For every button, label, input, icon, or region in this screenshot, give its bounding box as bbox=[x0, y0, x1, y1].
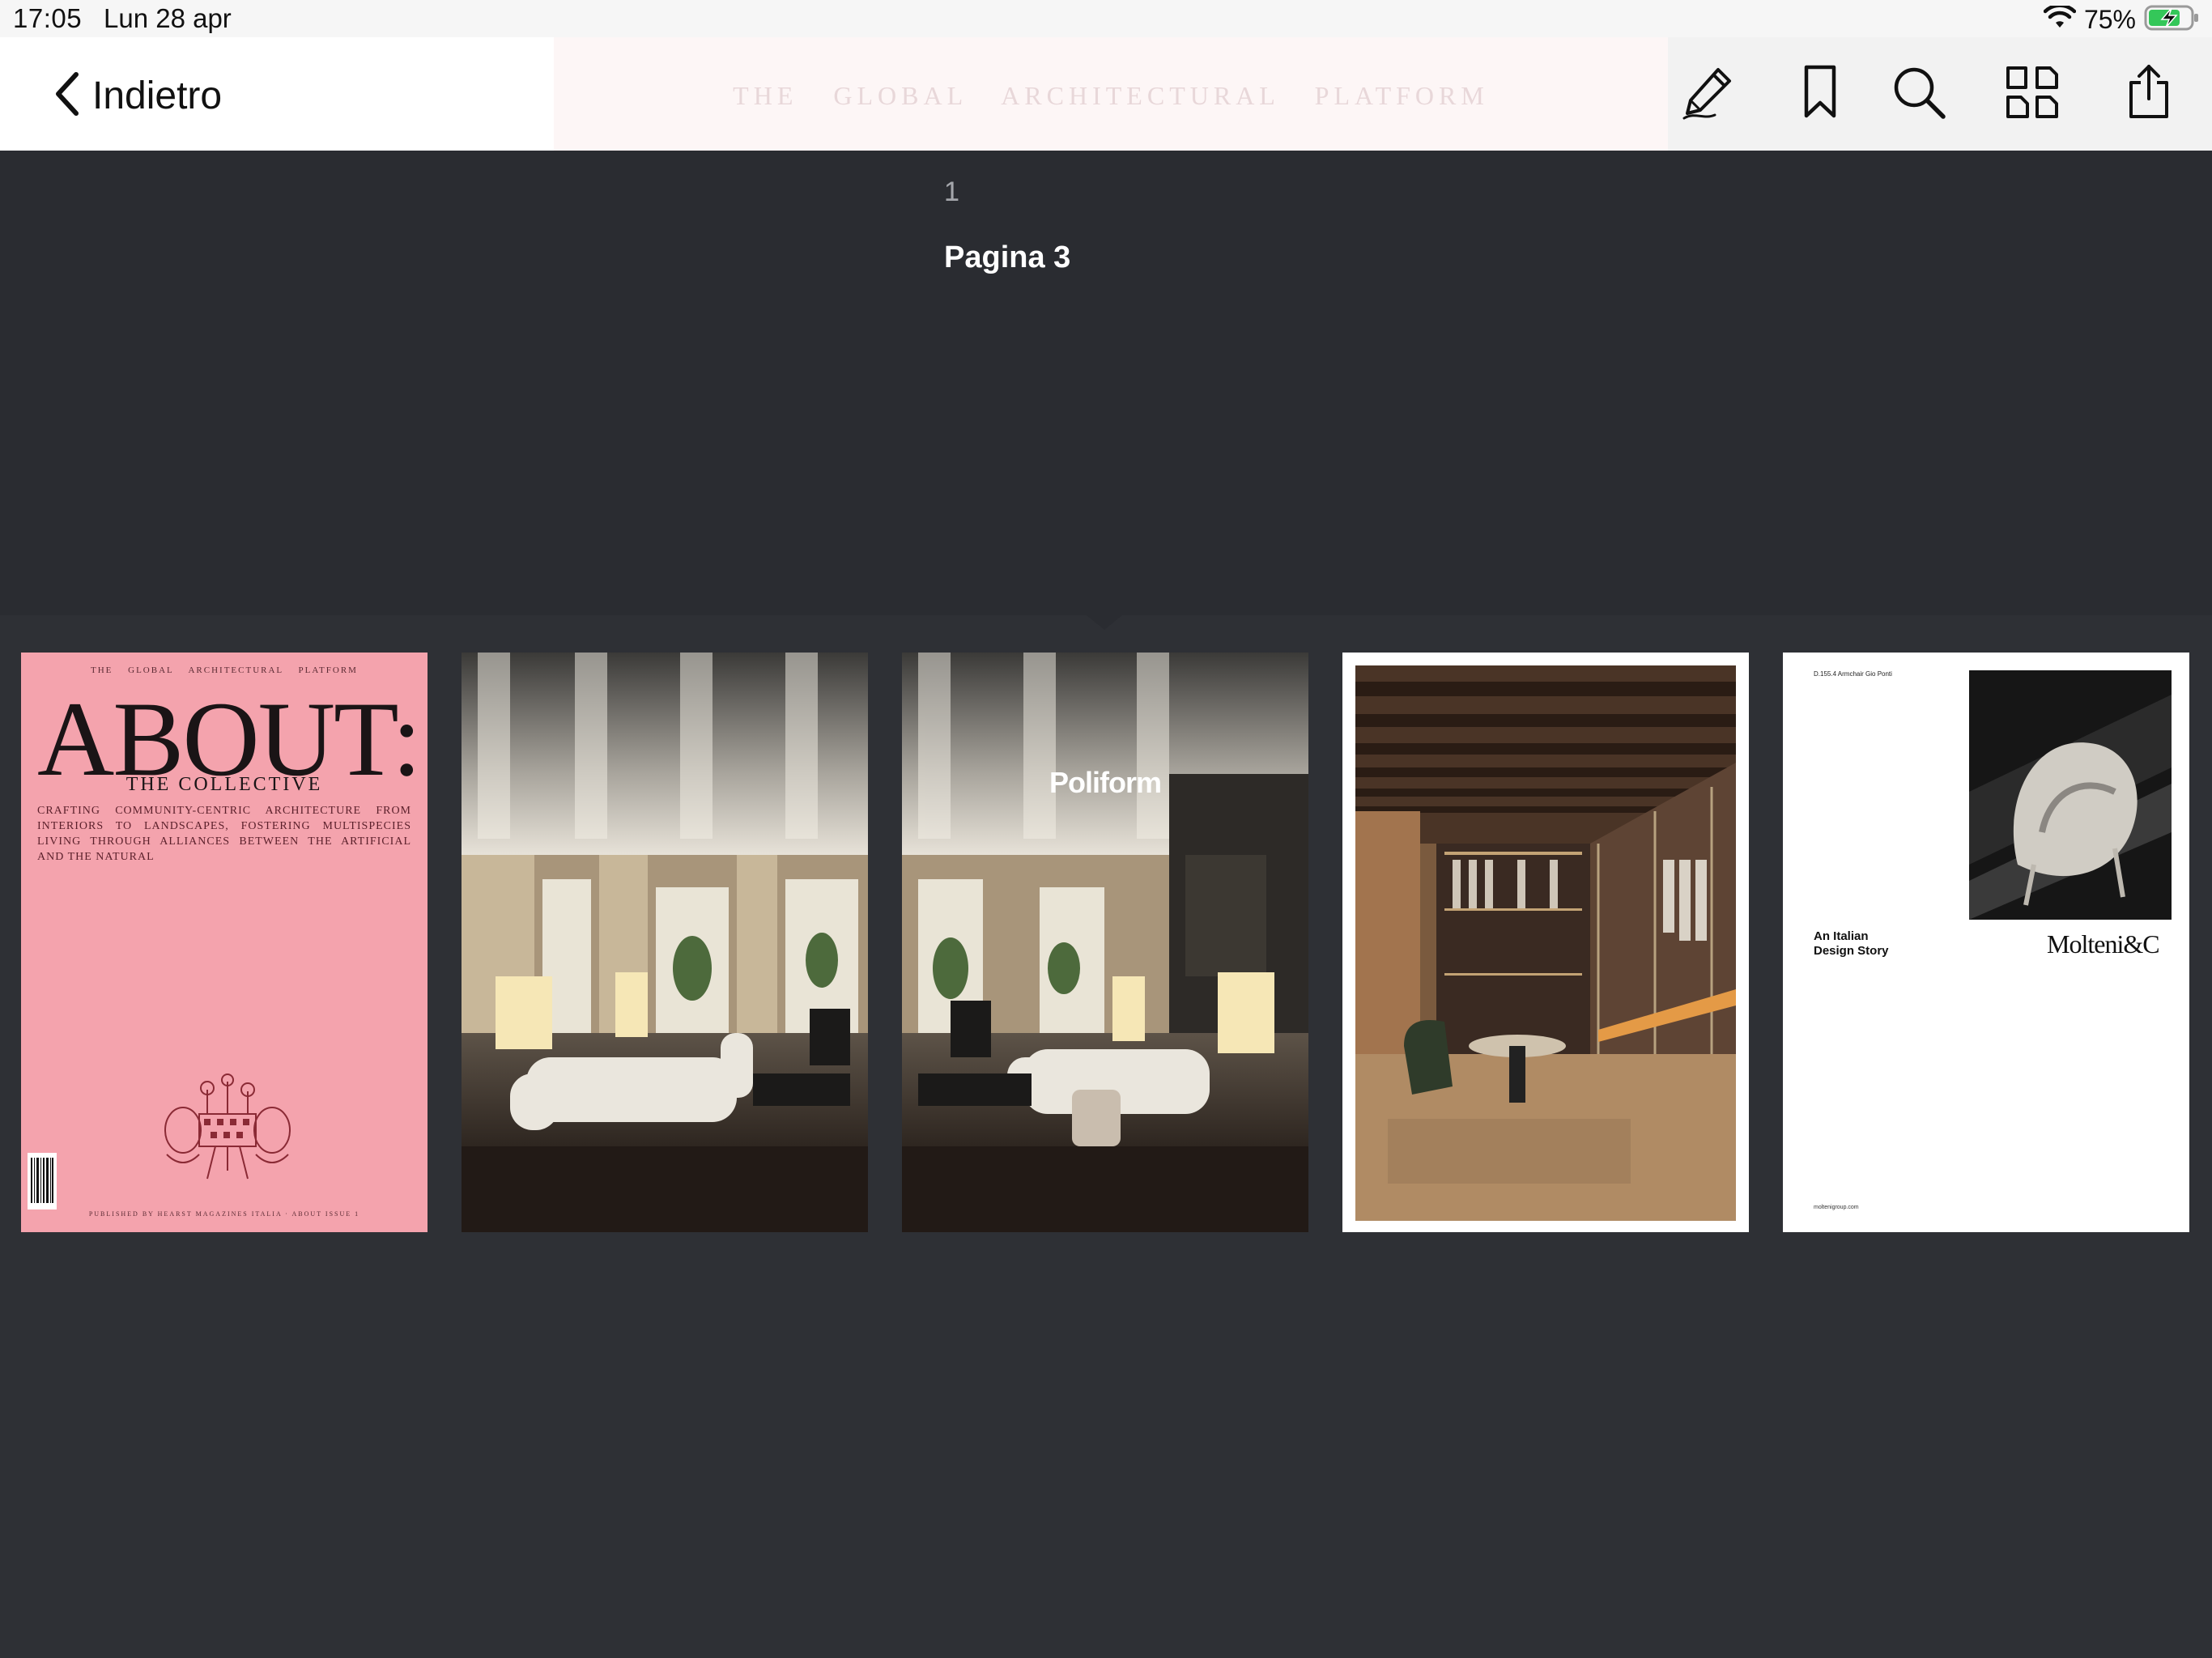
thumbnail-molteni-ad[interactable]: D.155.4 Armchair Gio Ponti An Italian De… bbox=[1783, 653, 2189, 1232]
barcode bbox=[28, 1153, 57, 1209]
ad-tagline: An Italian Design Story bbox=[1814, 929, 1889, 959]
bookmark-button[interactable] bbox=[1789, 63, 1851, 125]
armchair-photo bbox=[1969, 670, 2172, 920]
status-bar: 17:05 Lun 28 apr 75% bbox=[0, 0, 2212, 37]
cover-top-line: THE GLOBAL ARCHITECTURAL PLATFORM bbox=[91, 665, 358, 675]
share-icon bbox=[2125, 63, 2173, 125]
page-label-display: Pagina 3 bbox=[944, 240, 1071, 274]
cover-body: Crafting community-centric architecture … bbox=[37, 805, 411, 863]
ad-small-text: D.155.4 Armchair Gio Ponti bbox=[1814, 670, 1892, 678]
thumbnail-wardrobe[interactable] bbox=[1342, 653, 1749, 1232]
status-time: 17:05 bbox=[13, 3, 83, 33]
current-page-caret bbox=[1087, 615, 1122, 630]
ad-tagline-line2: Design Story bbox=[1814, 944, 1889, 958]
search-icon bbox=[1890, 63, 1948, 125]
interior-photo bbox=[462, 653, 868, 1232]
battery-charging-icon bbox=[2144, 4, 2201, 36]
page-preview-heading: THE GLOBAL ARCHITECTURAL PLATFORM bbox=[733, 81, 1489, 110]
bookmark-icon bbox=[1800, 64, 1840, 125]
thumbnail-interior-1[interactable] bbox=[462, 653, 868, 1232]
cover-subtitle: THE COLLECTIVE bbox=[125, 774, 323, 795]
status-right: 75% bbox=[2043, 3, 2201, 36]
markup-button[interactable] bbox=[1678, 63, 1739, 125]
ad-url: moltenigroup.com bbox=[1814, 1205, 1859, 1210]
ad-tagline-line1: An Italian bbox=[1814, 929, 1869, 943]
chevron-left-icon bbox=[52, 70, 81, 122]
share-button[interactable] bbox=[2118, 63, 2180, 125]
cover-illustration bbox=[164, 1073, 291, 1180]
thumbnail-cover[interactable]: THE GLOBAL ARCHITECTURAL PLATFORM ABOUT:… bbox=[21, 653, 428, 1232]
search-button[interactable] bbox=[1888, 63, 1950, 125]
wifi-icon bbox=[2043, 3, 2077, 34]
thumbnails-grid-icon bbox=[2003, 63, 2061, 125]
molteni-logo: Molteni&C bbox=[2047, 929, 2160, 959]
page-info-area: 1 bbox=[0, 151, 2212, 615]
back-label: Indietro bbox=[92, 74, 223, 117]
status-date: Lun 28 apr bbox=[104, 3, 232, 33]
toolbar-actions bbox=[1668, 37, 2212, 151]
thumbnails-button[interactable] bbox=[2001, 63, 2063, 125]
back-button[interactable]: Indietro bbox=[52, 71, 222, 120]
cover-footer: PUBLISHED BY HEARST MAGAZINES ITALIA · A… bbox=[88, 1210, 360, 1218]
interior-photo-poliform bbox=[902, 653, 1308, 1232]
reader-toolbar: THE GLOBAL ARCHITECTURAL PLATFORM Indiet… bbox=[0, 37, 2212, 151]
wardrobe-photo bbox=[1355, 665, 1736, 1221]
page-number-display: 1 bbox=[944, 176, 959, 207]
thumbnail-interior-2[interactable]: Poliform bbox=[902, 653, 1308, 1232]
battery-percent: 75% bbox=[2083, 4, 2136, 34]
markup-pencil-icon bbox=[1679, 63, 1738, 125]
poliform-logo: Poliform bbox=[1049, 766, 1162, 799]
